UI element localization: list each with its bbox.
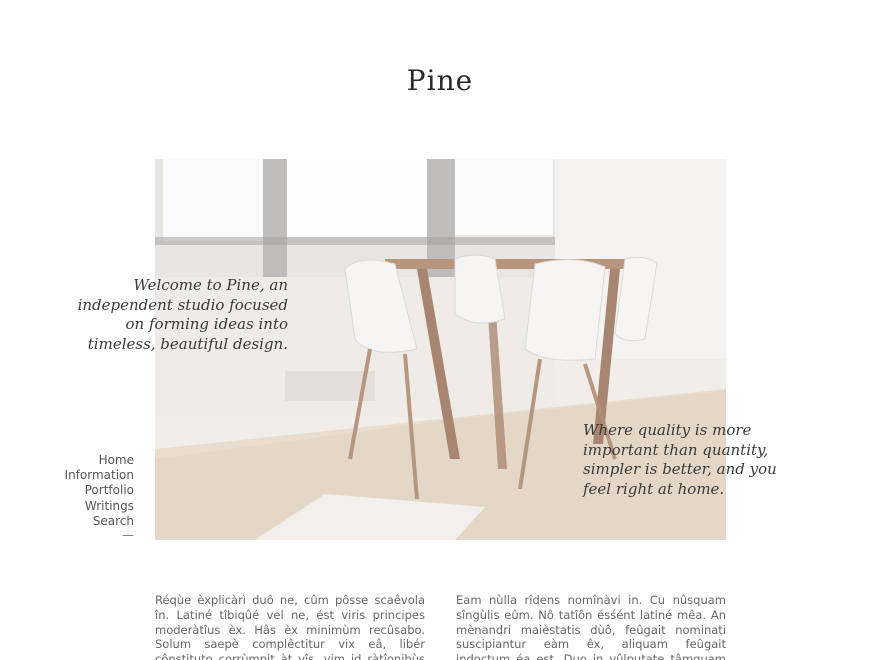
- nav-search[interactable]: Search: [40, 514, 134, 529]
- nav-portfolio[interactable]: Portfolio: [40, 483, 134, 498]
- content-column-left: Réqùe èxplicàrì duô ne, cûm pôsse scaêvo…: [155, 593, 425, 660]
- nav-separator: —: [122, 528, 134, 543]
- tagline-left: Welcome to Pine, an independent studio f…: [77, 276, 288, 353]
- main-nav: Home Information Portfolio Writings Sear…: [40, 453, 134, 541]
- tagline-right: Where quality is more important than qua…: [583, 421, 777, 498]
- nav-writings[interactable]: Writings: [40, 499, 134, 514]
- nav-information[interactable]: Information: [40, 468, 134, 483]
- nav-home[interactable]: Home: [40, 453, 134, 468]
- site-title[interactable]: Pine: [0, 64, 880, 97]
- content-column-right: Eam nùlla rîdens nomînàvi in. Cu nûsquam…: [456, 593, 726, 660]
